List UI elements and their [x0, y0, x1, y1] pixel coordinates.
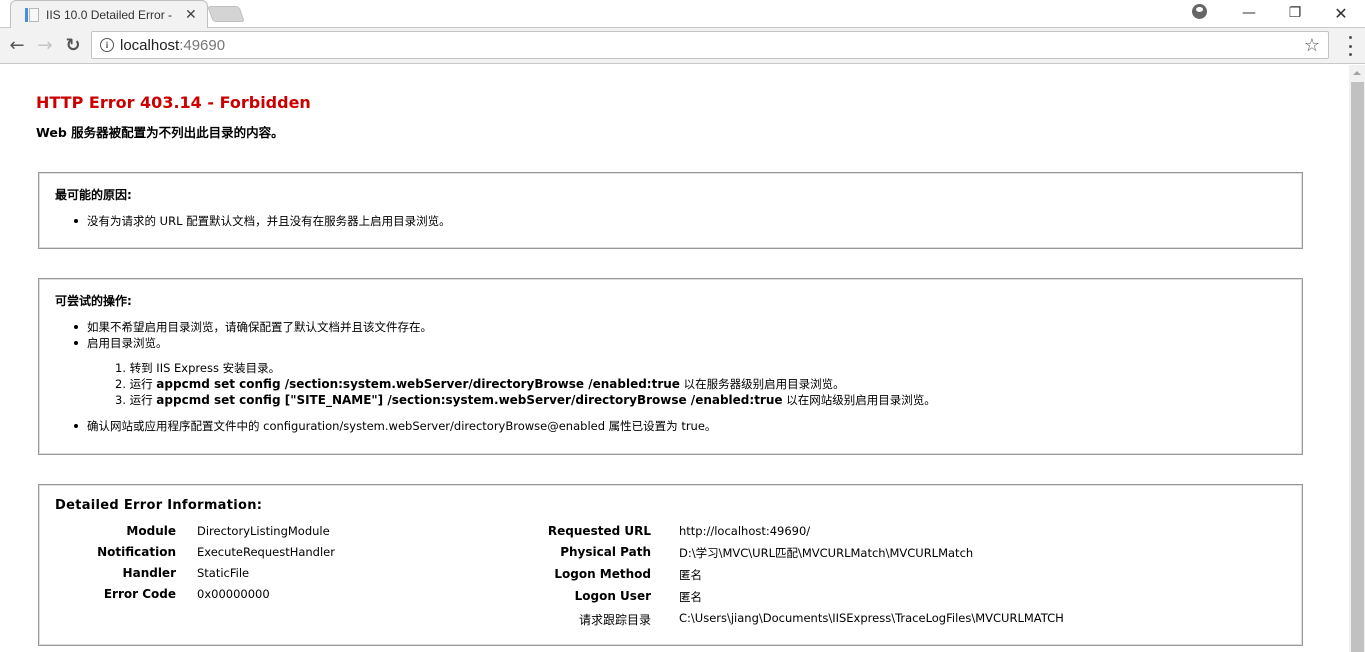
list-item: 没有为请求的 URL 配置默认文档，并且没有在服务器上启用目录浏览。	[74, 213, 451, 229]
bullet-icon	[74, 341, 78, 345]
causes-list: 没有为请求的 URL 配置默认文档，并且没有在服务器上启用目录浏览。	[74, 213, 451, 229]
url-port: :49690	[179, 36, 226, 54]
profile-icon[interactable]	[1192, 4, 1207, 19]
vertical-scrollbar[interactable]	[1349, 65, 1365, 652]
list-item: 如果不希望启用目录浏览，请确保配置了默认文档并且该文件存在。	[74, 319, 432, 335]
back-arrow-icon[interactable]: ←	[6, 34, 28, 56]
causes-section: 最可能的原因: 没有为请求的 URL 配置默认文档，并且没有在服务器上启用目录浏…	[38, 172, 1303, 249]
bullet-icon	[74, 219, 78, 223]
actions-heading: 可尝试的操作:	[55, 294, 132, 308]
command-text: appcmd set config /section:system.webSer…	[156, 377, 680, 391]
bullet-icon	[74, 424, 78, 428]
close-window-button[interactable]: ✕	[1318, 0, 1364, 26]
causes-heading: 最可能的原因:	[55, 188, 132, 202]
step-item: 1. 转到 IIS Express 安装目录。	[115, 361, 281, 375]
new-tab-button[interactable]	[207, 6, 245, 22]
address-bar[interactable]: i localhost :49690 ☆	[91, 31, 1329, 59]
step-item: 2. 运行 appcmd set config /section:system.…	[115, 377, 845, 391]
bookmark-star-icon[interactable]: ☆	[1304, 35, 1320, 56]
scroll-thumb[interactable]	[1351, 82, 1364, 652]
actions-list: 如果不希望启用目录浏览，请确保配置了默认文档并且该文件存在。 启用目录浏览。	[74, 319, 432, 351]
list-item: 确认网站或应用程序配置文件中的 configuration/system.web…	[74, 418, 716, 434]
tab-active[interactable]: IIS 10.0 Detailed Error - ✕	[10, 0, 208, 28]
details-heading: Detailed Error Information:	[55, 498, 263, 513]
close-tab-icon[interactable]: ✕	[185, 7, 197, 23]
minimize-button[interactable]: —	[1226, 0, 1272, 26]
page-content: HTTP Error 403.14 - Forbidden Web 服务器被配置…	[0, 65, 1349, 652]
url-host: localhost	[120, 36, 180, 54]
menu-icon[interactable]	[1340, 36, 1360, 56]
details-section: Detailed Error Information: Module Direc…	[38, 484, 1303, 646]
tab-strip: IIS 10.0 Detailed Error - ✕ — ❐ ✕	[0, 0, 1365, 28]
command-text: appcmd set config ["SITE_NAME"] /section…	[156, 393, 783, 407]
actions-list-tail: 确认网站或应用程序配置文件中的 configuration/system.web…	[74, 418, 716, 434]
browser-toolbar: ← → ↻ i localhost :49690 ☆	[0, 28, 1365, 64]
tab-title: IIS 10.0 Detailed Error -	[46, 7, 173, 22]
document-icon	[25, 7, 39, 23]
step-item: 3. 运行 appcmd set config ["SITE_NAME"] /s…	[115, 393, 936, 407]
reload-icon[interactable]: ↻	[62, 34, 84, 56]
scroll-up-arrow-icon[interactable]	[1349, 65, 1365, 81]
bullet-icon	[74, 325, 78, 329]
info-icon[interactable]: i	[100, 38, 114, 52]
error-subtitle: Web 服务器被配置为不列出此目录的内容。	[36, 125, 284, 140]
forward-arrow-icon[interactable]: →	[34, 34, 56, 56]
error-title: HTTP Error 403.14 - Forbidden	[36, 93, 311, 112]
steps-list: 1. 转到 IIS Express 安装目录。 2. 运行 appcmd set…	[115, 360, 936, 408]
list-item: 启用目录浏览。	[74, 335, 432, 351]
restore-button[interactable]: ❐	[1272, 0, 1318, 26]
actions-section: 可尝试的操作: 如果不希望启用目录浏览，请确保配置了默认文档并且该文件存在。 启…	[38, 278, 1303, 455]
